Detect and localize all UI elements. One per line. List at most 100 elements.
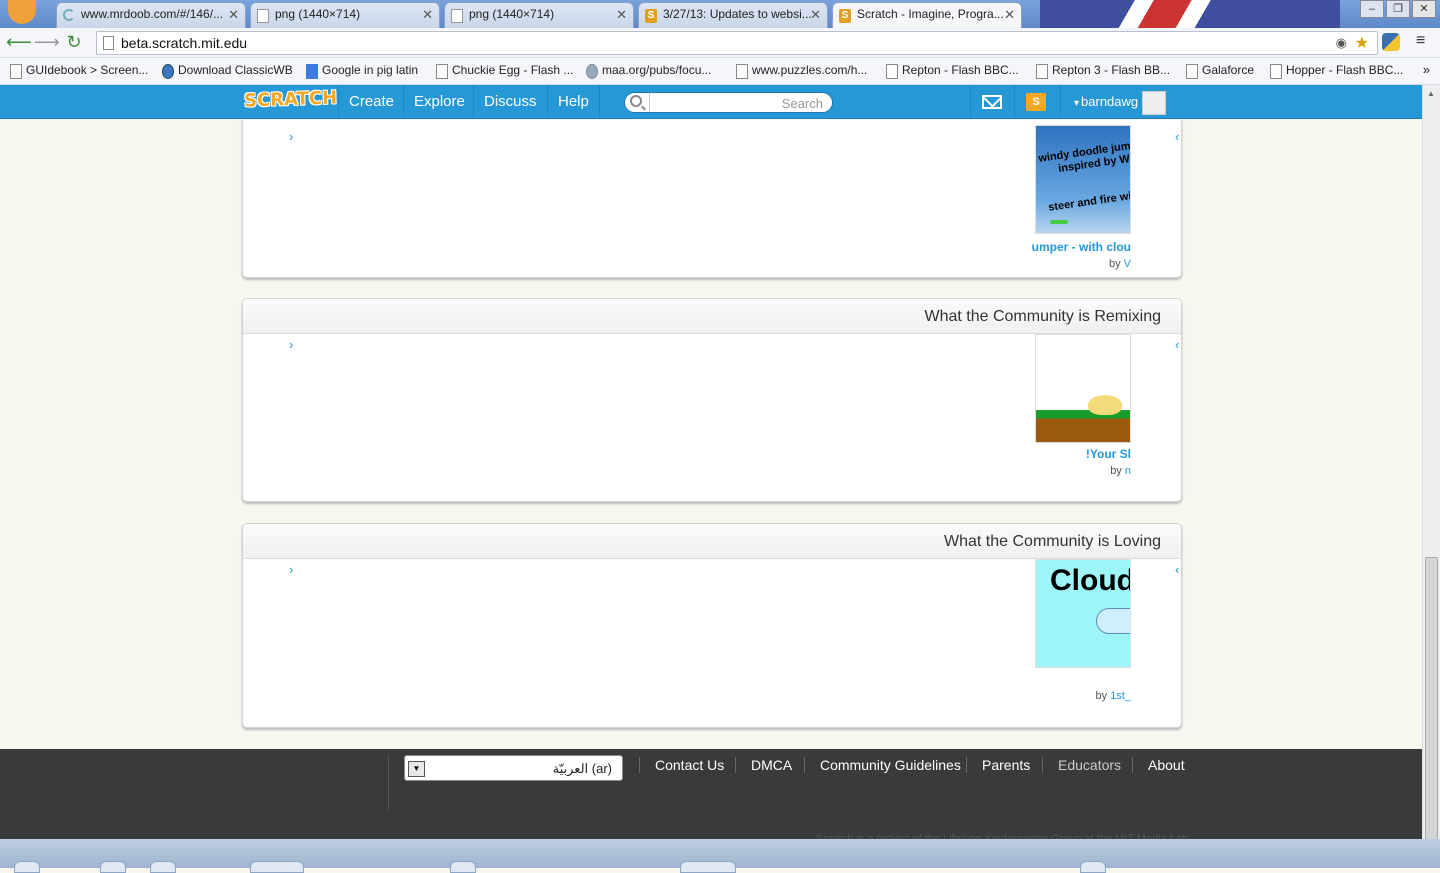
taskbar-app-icon[interactable]: [1080, 861, 1106, 873]
footer-separator: [639, 757, 640, 773]
search-input[interactable]: Search: [624, 92, 833, 113]
carousel-prev-arrow[interactable]: ‹: [1175, 337, 1179, 352]
minimize-icon[interactable]: –: [1360, 0, 1384, 18]
project-byline: by 1st_: [1095, 690, 1131, 702]
close-tab-icon[interactable]: ✕: [422, 7, 433, 23]
carousel-next-arrow[interactable]: ›: [289, 562, 293, 577]
bookmark-item[interactable]: Chuckie Egg - Flash ...: [434, 63, 573, 79]
browser-tab[interactable]: png (1440×714) ✕: [444, 2, 634, 28]
restore-icon[interactable]: ❐: [1386, 0, 1410, 18]
chevron-down-icon[interactable]: ▼: [408, 761, 425, 777]
project-thumbnail[interactable]: [1035, 334, 1131, 443]
bookmark-item[interactable]: GUIdebook > Screen...: [8, 63, 148, 79]
footer-separator: [735, 757, 736, 773]
language-select[interactable]: ▼ العربيّة (ar): [404, 755, 623, 781]
tab-title: png (1440×714): [275, 7, 361, 21]
my-stuff-icon[interactable]: S: [1026, 93, 1046, 111]
project-author[interactable]: V: [1124, 258, 1131, 270]
bookmark-item[interactable]: Repton - Flash BBC...: [884, 63, 1019, 79]
more-bookmarks-icon[interactable]: »: [1423, 62, 1430, 77]
project-title[interactable]: !Your Sl: [1023, 447, 1131, 461]
project-thumbnail[interactable]: windy doodle jump inspired by W steer an…: [1035, 125, 1131, 234]
close-tab-icon[interactable]: ✕: [228, 7, 239, 23]
nav-explore[interactable]: Explore: [403, 85, 475, 119]
project-byline: by V: [1108, 258, 1131, 270]
browser-tab[interactable]: www.mrdoob.com/#/146/... ✕: [56, 2, 246, 28]
taskbar-app-icon[interactable]: [450, 861, 476, 873]
thumbnail-sprite: [1088, 395, 1122, 415]
taskbar-app-icon[interactable]: [100, 861, 126, 873]
carousel-next-arrow[interactable]: ›: [289, 129, 293, 144]
messages-icon[interactable]: [982, 95, 1002, 109]
thumbnail-text: Cloud: [1050, 564, 1131, 597]
browser-tab[interactable]: png (1440×714) ✕: [250, 2, 440, 28]
bookmark-item[interactable]: Hopper - Flash BBC...: [1268, 63, 1403, 79]
taskbar-app-icon[interactable]: [14, 861, 40, 873]
nav-help[interactable]: Help: [547, 85, 600, 119]
footer-link-guidelines[interactable]: Community Guidelines: [820, 757, 961, 773]
footer-link-dmca[interactable]: DMCA: [751, 757, 792, 773]
section-title: What the Community is Loving: [243, 524, 1181, 559]
footer-link-about[interactable]: About: [1148, 757, 1185, 773]
search-icon[interactable]: [630, 95, 642, 107]
bookmark-item[interactable]: Galaforce: [1184, 63, 1254, 79]
project-thumbnail[interactable]: Cloud: [1035, 559, 1131, 668]
carousel-prev-arrow[interactable]: ‹: [1175, 129, 1179, 144]
address-bar[interactable]: beta.scratch.mit.edu ◉ ★: [96, 31, 1378, 55]
browser-tab-strip: www.mrdoob.com/#/146/... ✕ png (1440×714…: [0, 0, 1440, 28]
taskbar-app-icon[interactable]: [250, 861, 304, 873]
close-tab-icon[interactable]: ✕: [1004, 7, 1015, 23]
thumbnail-text: steer and fire wi: [1047, 190, 1131, 214]
scratch-favicon-icon: S: [645, 9, 657, 23]
scroll-up-icon[interactable]: ▲: [1427, 89, 1435, 98]
scratch-logo[interactable]: SCRATCH: [244, 87, 338, 111]
project-author[interactable]: 1st_: [1110, 690, 1131, 702]
nav-discuss[interactable]: Discuss: [473, 85, 547, 119]
project-author[interactable]: n: [1125, 465, 1131, 477]
loving-box: What the Community is Loving › ‹ Cloud b…: [242, 523, 1182, 728]
carousel-next-arrow[interactable]: ›: [289, 337, 293, 352]
tab-title: Scratch - Imagine, Progra...: [857, 7, 1004, 21]
carousel-prev-arrow[interactable]: ‹: [1175, 562, 1179, 577]
close-window-icon[interactable]: ✕: [1412, 0, 1436, 18]
browser-tab[interactable]: S 3/27/13: Updates to websi... ✕: [638, 2, 828, 28]
reload-icon[interactable]: ↻: [63, 32, 85, 53]
header-divider: [1060, 85, 1061, 119]
window-controls: – ❐ ✕: [1360, 0, 1436, 18]
browser-toolbar: ⟵ ⟶ ↻ beta.scratch.mit.edu ◉ ★ ≡: [0, 28, 1440, 58]
scratch-favicon-icon: S: [839, 9, 851, 23]
username-menu[interactable]: barndawg: [1074, 94, 1138, 109]
forward-icon[interactable]: ⟶: [34, 32, 60, 53]
bookmark-item[interactable]: maa.org/pubs/focu...: [584, 63, 711, 79]
bookmark-star-icon[interactable]: ★: [1355, 33, 1369, 53]
footer-link-parents[interactable]: Parents: [982, 757, 1030, 773]
page-icon: [103, 36, 114, 50]
window-theme-image: [1040, 0, 1340, 28]
bookmarks-bar: GUIdebook > Screen... Download ClassicWB…: [0, 58, 1440, 85]
header-divider: [1014, 85, 1015, 119]
url-text[interactable]: beta.scratch.mit.edu: [121, 35, 247, 51]
footer-separator: [966, 757, 967, 773]
footer-link-contact[interactable]: Contact Us: [655, 757, 724, 773]
lightbulb-icon[interactable]: ◉: [1336, 35, 1347, 51]
taskbar-app-icon[interactable]: [680, 861, 736, 873]
footer-link-educators[interactable]: Educators: [1058, 757, 1121, 773]
bookmark-item[interactable]: Google in pig latin: [304, 63, 418, 79]
avatar[interactable]: [1142, 91, 1166, 115]
project-title[interactable]: umper - with clou: [1023, 240, 1131, 254]
close-tab-icon[interactable]: ✕: [616, 7, 627, 23]
python-extension-icon[interactable]: [1382, 33, 1400, 51]
menu-icon[interactable]: ≡: [1416, 32, 1425, 50]
close-tab-icon[interactable]: ✕: [810, 7, 821, 23]
bookmark-item[interactable]: Repton 3 - Flash BB...: [1034, 63, 1170, 79]
bookmark-item[interactable]: Download ClassicWB: [160, 63, 293, 79]
bookmark-item[interactable]: www.puzzles.com/h...: [734, 63, 867, 79]
scrollbar-thumb[interactable]: [1425, 557, 1438, 847]
back-icon[interactable]: ⟵: [6, 32, 32, 53]
header-divider: [970, 85, 971, 119]
nav-create[interactable]: Create: [338, 85, 404, 119]
browser-tab-active[interactable]: S Scratch - Imagine, Progra... ✕: [832, 2, 1022, 28]
loading-icon: [63, 9, 75, 21]
taskbar-app-icon[interactable]: [150, 861, 176, 873]
vertical-scrollbar[interactable]: ▲ ▼: [1422, 85, 1440, 860]
